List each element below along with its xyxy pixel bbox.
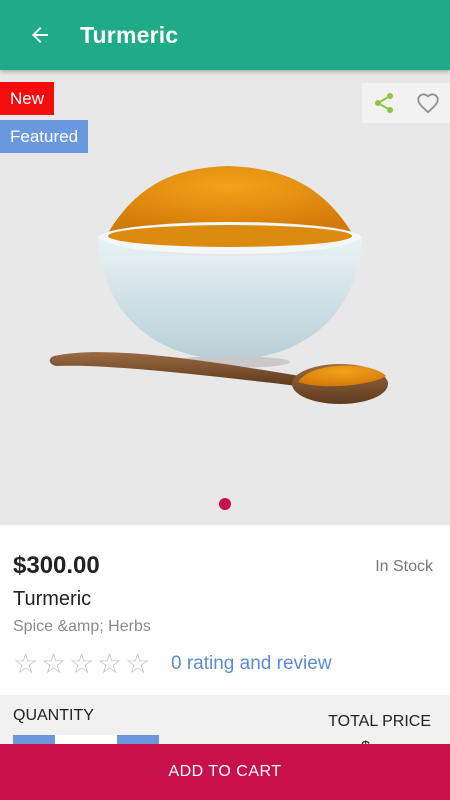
share-icon — [375, 93, 393, 113]
product-actions — [362, 83, 450, 123]
product-image-carousel[interactable]: New Featured — [0, 70, 450, 525]
arrow-left-icon — [32, 27, 48, 43]
quantity-label: QUANTITY — [13, 707, 94, 724]
product-price: $300.00 — [13, 552, 100, 579]
add-to-cart-button[interactable]: ADD TO CART — [0, 744, 450, 800]
back-button[interactable] — [0, 0, 80, 70]
star-icon: ☆ — [13, 647, 39, 680]
page-title: Turmeric — [80, 21, 179, 48]
carousel-dot-active[interactable] — [219, 498, 231, 510]
new-badge: New — [0, 82, 55, 115]
share-button[interactable] — [369, 88, 399, 118]
product-name: Turmeric — [13, 588, 92, 610]
stock-status: In Stock — [375, 558, 433, 575]
product-image — [49, 166, 388, 404]
product-info: $300.00 In Stock Turmeric Spice &amp; He… — [0, 525, 450, 695]
product-category: Spice &amp; Herbs — [13, 618, 151, 635]
rating-stars: ☆ ☆ ☆ ☆ ☆ — [13, 649, 153, 679]
star-icon: ☆ — [41, 647, 67, 680]
favorite-button[interactable] — [413, 88, 443, 118]
star-icon: ☆ — [69, 647, 95, 680]
featured-badge: Featured — [0, 120, 89, 153]
toolbar: Turmeric — [0, 0, 450, 70]
star-icon: ☆ — [97, 647, 123, 680]
star-icon: ☆ — [125, 647, 151, 680]
heart-outline-icon — [417, 93, 439, 114]
rating-review-link[interactable]: 0 rating and review — [171, 653, 332, 675]
total-price-label: TOTAL PRICE — [328, 713, 431, 730]
product-detail-screen: Turmeric New Featured $300.00 In Stock T… — [0, 0, 450, 800]
